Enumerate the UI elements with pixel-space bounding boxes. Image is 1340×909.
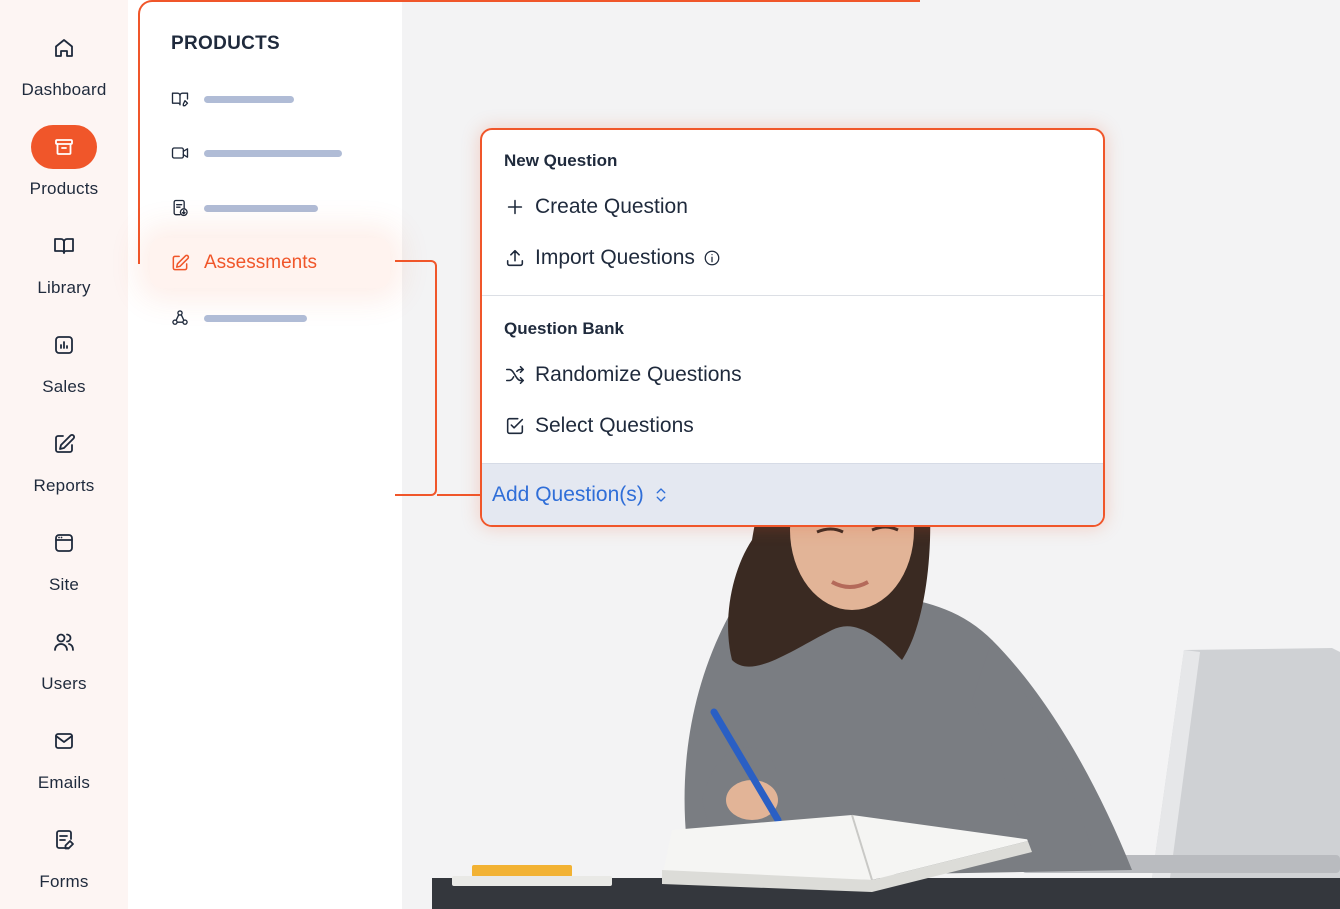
products-panel <box>128 0 402 909</box>
sidebar-item-label: Sales <box>42 377 86 396</box>
placeholder-bar <box>204 204 318 212</box>
connector-line <box>437 494 481 496</box>
document-download-icon <box>173 199 188 217</box>
products-item-courses[interactable] <box>170 87 294 111</box>
sidebar-item-label: Site <box>48 575 80 594</box>
products-item-download[interactable] <box>170 196 318 220</box>
section-title-question-bank: Question Bank <box>504 319 624 338</box>
add-questions-button[interactable]: Add Question(s) <box>492 480 670 510</box>
form-icon <box>31 818 97 862</box>
import-questions-item[interactable]: Import Questions <box>504 244 721 272</box>
sidebar-item-products[interactable]: Products <box>0 125 128 199</box>
browser-icon <box>31 521 97 565</box>
randomize-questions-item[interactable]: Randomize Questions <box>504 361 742 389</box>
sidebar-item-label: Products <box>29 179 99 198</box>
sidebar-item-library[interactable]: Library <box>0 224 128 298</box>
shuffle-icon <box>505 365 525 385</box>
panel-title: PRODUCTS <box>171 33 281 54</box>
sidebar-item-label: Library <box>37 278 91 297</box>
select-questions-item[interactable]: Select Questions <box>504 412 694 440</box>
book-edit-icon <box>171 92 189 107</box>
products-item-label: Assessments <box>204 252 317 273</box>
menu-item-label: Select Questions <box>535 414 694 437</box>
dropdown-footer: Add Question(s) <box>482 463 1103 525</box>
placeholder-bar <box>204 149 342 157</box>
sidebar-item-users[interactable]: Users <box>0 620 128 694</box>
sidebar-item-label: Users <box>41 674 87 693</box>
sidebar-item-label: Dashboard <box>21 80 107 99</box>
add-question-dropdown: New Question Create Question Import Ques… <box>480 128 1105 527</box>
sidebar-item-site[interactable]: Site <box>0 521 128 595</box>
create-question-item[interactable]: Create Question <box>504 193 688 221</box>
sidebar-item-dashboard[interactable]: Dashboard <box>0 26 128 100</box>
sidebar-item-reports[interactable]: Reports <box>0 422 128 496</box>
sidebar-item-sales[interactable]: Sales <box>0 323 128 397</box>
edit-icon <box>31 422 97 466</box>
section-title-new-question: New Question <box>504 151 618 170</box>
chevron-up-down-icon <box>656 488 666 502</box>
menu-item-label: Randomize Questions <box>535 363 742 386</box>
sidebar-item-forms[interactable]: Forms <box>0 818 128 892</box>
add-questions-label: Add Question(s) <box>492 483 644 506</box>
section-divider <box>482 295 1103 296</box>
community-icon <box>172 310 188 325</box>
mail-icon <box>31 719 97 763</box>
home-icon <box>31 26 97 70</box>
placeholder-bar <box>204 314 307 322</box>
sidebar-item-label: Forms <box>39 872 89 891</box>
checkbox-icon <box>506 417 524 435</box>
edit-icon <box>172 254 190 271</box>
video-icon <box>171 147 189 159</box>
main-sidebar: Dashboard Products Library Sales Reports… <box>0 0 128 909</box>
sidebar-item-label: Reports <box>33 476 95 495</box>
menu-item-label: Create Question <box>535 195 688 218</box>
sidebar-item-emails[interactable]: Emails <box>0 719 128 793</box>
menu-item-label: Import Questions <box>535 246 695 269</box>
book-icon <box>31 224 97 268</box>
sidebar-item-label: Emails <box>37 773 91 792</box>
chart-icon <box>31 323 97 367</box>
plus-icon <box>507 199 523 215</box>
products-item-community[interactable] <box>170 306 307 330</box>
archive-icon <box>31 125 97 169</box>
products-item-assessments[interactable]: Assessments <box>170 250 317 276</box>
products-item-video[interactable] <box>170 141 342 165</box>
info-icon[interactable] <box>703 249 721 267</box>
upload-icon <box>506 249 524 267</box>
users-icon <box>31 620 97 664</box>
placeholder-bar <box>204 95 294 103</box>
